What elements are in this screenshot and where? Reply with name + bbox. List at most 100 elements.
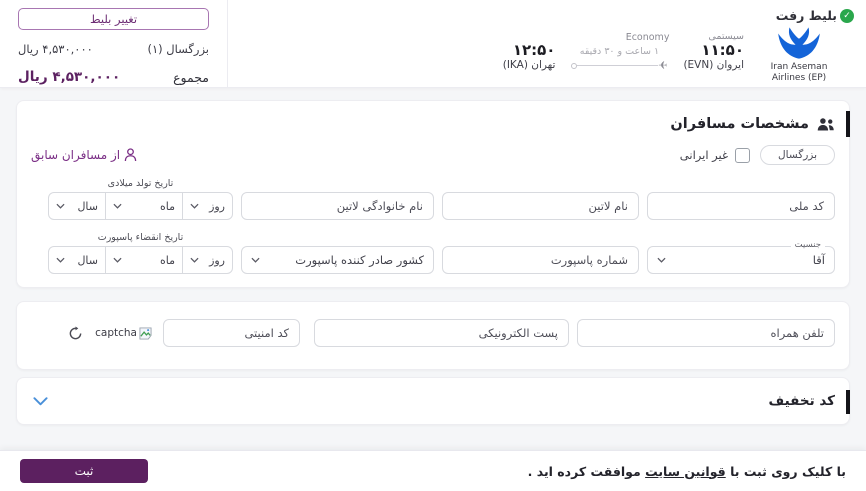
section-accent-bar [846, 390, 850, 414]
non-iranian-label: غیر ایرانی [679, 148, 729, 162]
section-accent-bar [846, 111, 850, 137]
booking-page: ✓ بلیط رفت Iran Aseman Airlines (EP) سیس… [0, 0, 866, 491]
adult-price-value: ۴,۵۳۰,۰۰۰ ریال [18, 42, 93, 56]
birth-date-selects: روز ماه سال [48, 192, 233, 220]
broken-image-icon [139, 326, 152, 340]
ticket-type-header: ✓ بلیط رفت [744, 8, 854, 23]
cabin-class-label: Economy [625, 32, 670, 43]
departure-time: ۱۱:۵۰ [701, 41, 744, 59]
expiry-month-select[interactable]: ماه [105, 247, 183, 273]
chevron-down-icon [113, 203, 122, 209]
previous-passengers-label: از مسافران سابق [31, 148, 121, 162]
chevron-down-icon [56, 257, 65, 263]
passenger-options-row: بزرگسال غیر ایرانی از مسافران سابق [31, 144, 835, 166]
passengers-title: مشخصات مسافران [670, 116, 809, 132]
agreement-suffix: موافقت کرده اید . [527, 463, 646, 479]
gender-select[interactable]: جنسیت آقا [647, 240, 835, 274]
change-ticket-button[interactable]: تغییر بلیط [18, 8, 209, 30]
chevron-down-icon [657, 257, 666, 263]
person-icon [124, 148, 137, 162]
green-check-icon: ✓ [840, 8, 854, 23]
expiry-year-select[interactable]: سال [49, 247, 105, 273]
total-price-value: ۴,۵۳۰,۰۰۰ ریال [18, 69, 121, 85]
discount-header: کد تخفیف [768, 390, 850, 414]
birth-day-select[interactable]: روز [183, 193, 232, 219]
adult-chip[interactable]: بزرگسال [760, 145, 835, 165]
site-rules-link[interactable]: قوانین سایت [645, 464, 726, 479]
passenger-type-controls: بزرگسال غیر ایرانی [680, 145, 835, 165]
day-label: روز [209, 253, 225, 267]
gender-value: آقا [812, 253, 825, 267]
flight-times: سیستمی ۱۱:۵۰ ایروان (EVN) Economy ۱ ساعت… [503, 31, 744, 87]
mobile-phone-input[interactable] [577, 319, 835, 347]
passport-country-label: کشور صادر کننده پاسپورت [295, 253, 424, 267]
contact-card: captcha [16, 301, 850, 370]
arrival-time: ۱۲:۵۰ [512, 41, 556, 59]
month-label: ماه [159, 199, 175, 213]
birth-year-select[interactable]: سال [49, 193, 105, 219]
airline-logo-icon [778, 27, 820, 59]
day-label: روز [209, 199, 225, 213]
agreement-text: با کلیک روی ثبت با قوانین سایت موافقت کر… [528, 464, 846, 479]
discount-title: کد تخفیف [768, 393, 835, 409]
first-name-latin-input[interactable] [442, 192, 639, 220]
year-label: سال [77, 253, 98, 267]
plane-icon: ✈ [658, 59, 668, 72]
duration-label: ۱ ساعت و ۳۰ دقیقه [579, 46, 660, 57]
total-label: مجموع [173, 69, 209, 85]
national-code-input[interactable] [647, 192, 835, 220]
email-input[interactable] [314, 319, 569, 347]
chevron-down-icon [113, 257, 122, 263]
passport-number-input[interactable] [442, 246, 639, 274]
captcha-area: captcha [95, 326, 152, 340]
adult-count-label: بزرگسال (۱) [147, 42, 209, 56]
non-iranian-checkbox[interactable] [735, 147, 751, 163]
footer-bar: با کلیک روی ثبت با قوانین سایت موافقت کر… [0, 450, 866, 491]
chevron-down-icon [190, 257, 199, 263]
passengers-icon [817, 117, 834, 131]
previous-passengers-link[interactable]: از مسافران سابق [31, 148, 137, 162]
total-price-row: مجموع ۴,۵۳۰,۰۰۰ ریال [18, 69, 209, 85]
passenger-form-row-1: تاریخ تولد میلادی روز ماه سال [31, 178, 835, 220]
passengers-card: مشخصات مسافران بزرگسال غیر ایرانی از مسا… [16, 100, 850, 288]
contact-form-row: captcha [31, 319, 835, 347]
departure-city: ایروان (EVN) [683, 59, 744, 72]
route-line: ✈ [571, 59, 668, 72]
passenger-form-row-2: جنسیت آقا کشور صادر کننده پاسپورت تاریخ … [31, 232, 835, 274]
non-iranian-option: غیر ایرانی [679, 147, 751, 163]
security-code-input[interactable] [163, 319, 300, 347]
month-label: ماه [159, 253, 175, 267]
birth-month-select[interactable]: ماه [105, 193, 183, 219]
departure-block: سیستمی ۱۱:۵۰ ایروان (EVN) [683, 31, 744, 87]
discount-card: کد تخفیف [16, 377, 850, 425]
passport-expiry-selects: روز ماه سال [48, 246, 233, 274]
gender-label: جنسیت [790, 240, 825, 250]
expiry-day-select[interactable]: روز [183, 247, 232, 273]
chevron-down-icon [33, 396, 48, 405]
duration-block: Economy ۱ ساعت و ۳۰ دقیقه ✈ [569, 31, 669, 87]
adult-price-row: بزرگسال (۱) ۴,۵۳۰,۰۰۰ ریال [18, 42, 209, 56]
price-summary-panel: تغییر بلیط بزرگسال (۱) ۴,۵۳۰,۰۰۰ ریال مج… [0, 0, 228, 87]
flight-summary-bar: ✓ بلیط رفت Iran Aseman Airlines (EP) سیس… [0, 0, 866, 88]
last-name-latin-input[interactable] [241, 192, 434, 220]
birth-date-group: تاریخ تولد میلادی روز ماه سال [48, 178, 233, 220]
airline-name: Iran Aseman Airlines (EP) [770, 62, 828, 84]
chevron-down-icon [251, 257, 260, 263]
agreement-prefix: با کلیک روی ثبت با [725, 463, 846, 479]
passport-expiry-label: تاریخ انقضاء پاسپورت [97, 232, 184, 243]
refresh-captcha-button[interactable] [68, 325, 83, 341]
expand-discount-button[interactable] [31, 395, 50, 408]
passport-country-select[interactable]: کشور صادر کننده پاسپورت [241, 246, 434, 274]
birth-date-label: تاریخ تولد میلادی [107, 178, 174, 189]
passport-expiry-group: تاریخ انقضاء پاسپورت روز ماه سال [48, 232, 233, 274]
submit-button[interactable]: ثبت [20, 459, 148, 483]
airline-block: ✓ بلیط رفت Iran Aseman Airlines (EP) [744, 0, 866, 87]
year-label: سال [77, 199, 98, 213]
arrival-city: تهران (IKA) [502, 59, 556, 72]
ticket-type-label: بلیط رفت [775, 8, 837, 23]
chevron-down-icon [190, 203, 199, 209]
refresh-icon [69, 325, 82, 339]
passengers-header: مشخصات مسافران [31, 111, 850, 137]
arrival-block: ۱۲:۵۰ تهران (IKA) [503, 31, 556, 87]
